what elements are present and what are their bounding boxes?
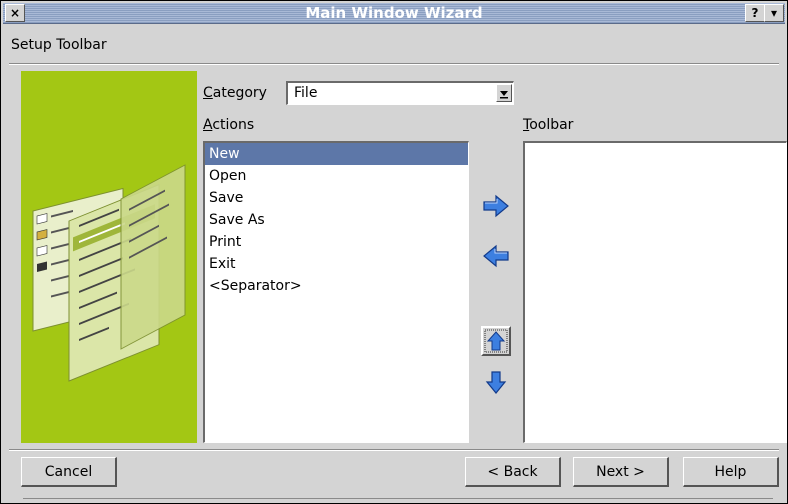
chevron-down-icon: ▾ bbox=[770, 6, 778, 20]
wizard-window: × Main Window Wizard ? ▾ Setup Toolbar C… bbox=[0, 0, 788, 504]
actions-list[interactable]: New Open Save Save As Print Exit <Separa… bbox=[203, 141, 469, 443]
divider bbox=[9, 63, 779, 65]
list-item[interactable]: <Separator> bbox=[205, 275, 468, 297]
question-icon: ? bbox=[751, 6, 759, 20]
arrow-up-icon bbox=[484, 329, 508, 353]
category-label: Category bbox=[203, 85, 267, 101]
page-title: Setup Toolbar bbox=[11, 37, 107, 53]
bottom-frame-edge bbox=[23, 498, 773, 504]
list-item[interactable]: Save bbox=[205, 187, 468, 209]
list-item[interactable]: Print bbox=[205, 231, 468, 253]
combo-dropdown-button[interactable] bbox=[496, 84, 512, 102]
back-button[interactable]: < Back bbox=[465, 457, 561, 487]
help-button[interactable]: Help bbox=[683, 457, 779, 487]
title-bar[interactable]: × Main Window Wizard ? ▾ bbox=[3, 3, 785, 24]
arrow-right-icon bbox=[483, 194, 509, 218]
toolbar-label: Toolbar bbox=[523, 117, 574, 133]
list-item[interactable]: Save As bbox=[205, 209, 468, 231]
wizard-image bbox=[21, 71, 197, 443]
category-select[interactable]: File bbox=[286, 81, 514, 105]
divider bbox=[9, 449, 779, 451]
list-item[interactable]: New bbox=[205, 143, 468, 165]
remove-from-toolbar-button[interactable] bbox=[481, 241, 511, 271]
chevron-down-icon bbox=[500, 91, 508, 99]
window-menu-button[interactable]: ▾ bbox=[764, 4, 784, 22]
list-item[interactable]: Exit bbox=[205, 253, 468, 275]
cancel-button[interactable]: Cancel bbox=[21, 457, 117, 487]
toolbar-list[interactable] bbox=[523, 141, 787, 443]
move-up-button[interactable] bbox=[481, 326, 511, 356]
move-down-button[interactable] bbox=[481, 368, 511, 398]
arrow-left-icon bbox=[483, 244, 509, 268]
menu-illustration-icon bbox=[32, 164, 186, 382]
arrow-down-icon bbox=[485, 371, 507, 394]
window-title: Main Window Wizard bbox=[305, 4, 483, 22]
add-to-toolbar-button[interactable] bbox=[481, 191, 511, 221]
next-button[interactable]: Next > bbox=[573, 457, 669, 487]
actions-label: Actions bbox=[203, 117, 255, 133]
help-title-button[interactable]: ? bbox=[745, 4, 765, 22]
category-value: File bbox=[294, 85, 318, 101]
list-item[interactable]: Open bbox=[205, 165, 468, 187]
